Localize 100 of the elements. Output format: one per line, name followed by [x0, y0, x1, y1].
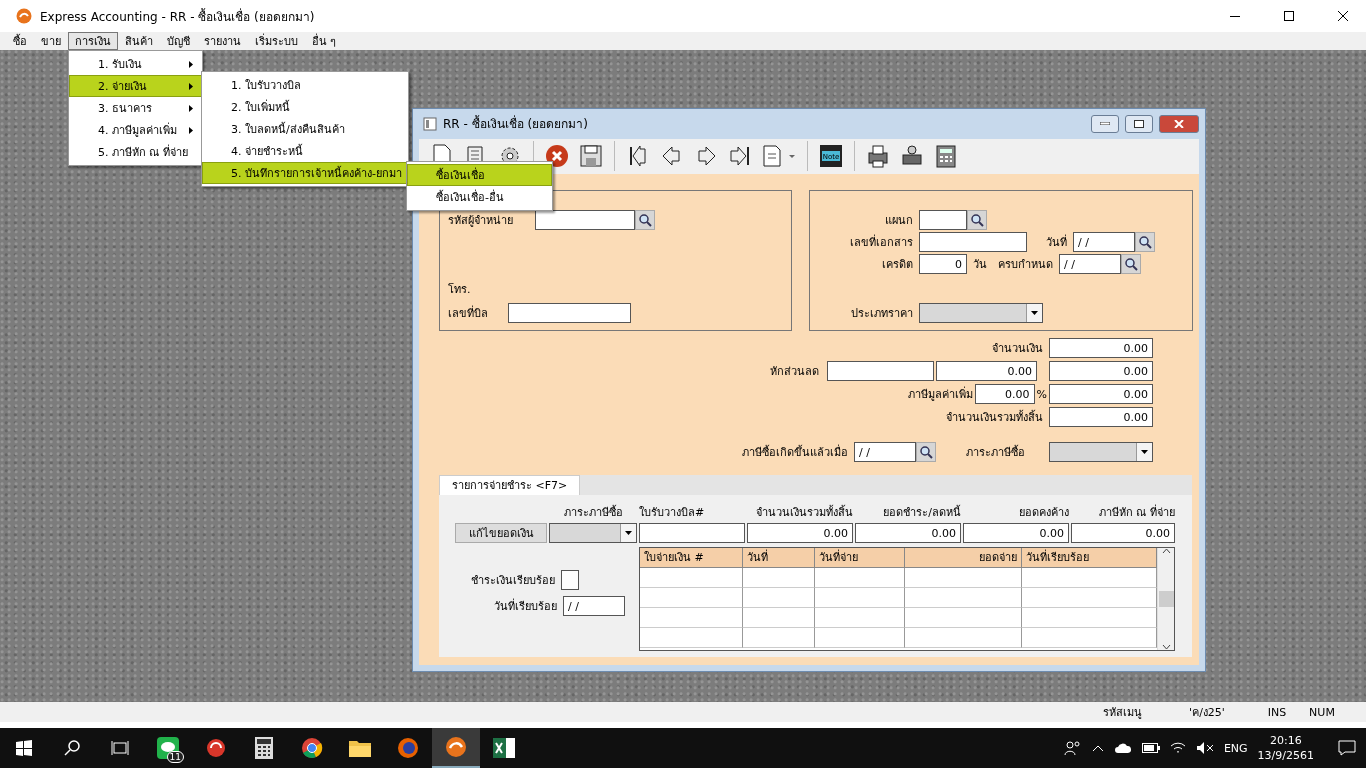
field-label: เลขที่บิล	[448, 304, 488, 322]
supplier-code-field[interactable]	[535, 210, 635, 230]
menu-item[interactable]: บัญชี	[160, 32, 197, 50]
due-date-field[interactable]: / /	[1059, 254, 1121, 274]
status-text: NUM	[1308, 705, 1336, 719]
scroll-thumb[interactable]	[1158, 591, 1174, 607]
field-label: ภาษีซื้อเกิดขึ้นแล้วเมื่อ	[742, 443, 848, 461]
bill-receipt-field[interactable]	[639, 523, 745, 543]
task-view-icon	[111, 740, 129, 756]
field-label: ภาษีมูลค่าเพิ่ม	[907, 385, 973, 403]
amount-field[interactable]: 0.00	[1071, 523, 1175, 543]
field-label: โทร.	[448, 282, 471, 298]
muted-speaker-icon[interactable]	[1195, 741, 1214, 755]
date-field[interactable]: / /	[1073, 232, 1135, 252]
price-type-dropdown[interactable]	[919, 303, 1043, 323]
status-text: รหัสเมนู	[1101, 705, 1143, 721]
save-icon[interactable]	[578, 143, 604, 170]
calculator-icon[interactable]	[933, 143, 959, 170]
minimize-icon	[1230, 15, 1240, 17]
language-indicator[interactable]: ENG	[1223, 741, 1248, 755]
menu-item[interactable]: สินค้า	[118, 32, 160, 50]
people-icon[interactable]	[1063, 740, 1082, 756]
percent-label: %	[1036, 387, 1047, 401]
menu-item[interactable]: 1. รับเงิน	[69, 53, 202, 75]
chevron-up-icon[interactable]	[1091, 744, 1104, 752]
total-field[interactable]: 0.00	[1049, 407, 1153, 427]
menu-item[interactable]: อื่น ๆ	[305, 32, 344, 50]
document-number-field[interactable]	[919, 232, 1027, 252]
notifications-icon[interactable]	[1338, 740, 1356, 756]
scroll-down-icon[interactable]	[1161, 644, 1171, 650]
tax-burden-dropdown[interactable]	[549, 523, 637, 543]
column-header: วันที่จ่าย	[815, 548, 905, 568]
menu-item[interactable]: 3. ใบลดหนี้/ส่งคืนสินค้า	[202, 118, 408, 140]
menu-item[interactable]: 1. ใบรับวางบิล	[202, 74, 408, 96]
chat-app-button[interactable]: 11	[144, 728, 192, 768]
cleaner-app-icon	[205, 737, 227, 759]
tax-burden-dropdown[interactable]	[1049, 442, 1153, 462]
close-icon	[1338, 11, 1348, 21]
menu-item[interactable]: ซื้อเงินเชื่อ	[407, 164, 552, 186]
menu-item[interactable]: ซื้อเงินเชื่อ-อื่น	[407, 186, 552, 208]
window-title: Express Accounting - RR - ซื้อเงินเชื่อ (ยอดยกมา)	[40, 7, 316, 26]
search-button[interactable]	[967, 210, 987, 230]
field-label: วันที่เรียบร้อย	[494, 597, 557, 615]
vat-amount-field[interactable]: 0.00	[1049, 384, 1153, 404]
search-button[interactable]	[1135, 232, 1155, 252]
search-icon	[1124, 257, 1138, 271]
amount-field[interactable]: 0.00	[963, 523, 1069, 543]
menu-item[interactable]: 5. บันทึกรายการเจ้าหนี้คงค้าง-ยกมา	[202, 162, 408, 184]
printer-icon[interactable]	[865, 143, 891, 170]
menu-item[interactable]: ซื้อ	[6, 32, 34, 50]
amount-field[interactable]: 0.00	[855, 523, 961, 543]
department-field[interactable]	[919, 210, 967, 230]
column-label: ยอดชำระ/ลดหนี้	[882, 504, 961, 521]
menu-item[interactable]: การเงิน	[68, 32, 118, 50]
search-button[interactable]	[916, 442, 936, 462]
edit-amount-button[interactable]: แก้ไขยอดเงิน	[455, 523, 547, 543]
scrollbar[interactable]	[1157, 548, 1174, 650]
discount-text-field[interactable]	[827, 361, 934, 381]
minimize-icon	[1100, 122, 1110, 126]
restore-button[interactable]	[1125, 114, 1153, 133]
column-header: ยอดจ่าย	[905, 548, 1022, 568]
tax-date-field[interactable]: / /	[854, 442, 916, 462]
discount-amount-field[interactable]: 0.00	[1049, 361, 1153, 381]
vat-rate-field[interactable]: 0.00	[974, 384, 1035, 404]
field-label: แผนก	[884, 213, 913, 229]
paid-date-field[interactable]: / /	[563, 596, 625, 616]
discount-field[interactable]: 0.00	[936, 361, 1037, 381]
column-label: ใบรับวางบิล#	[639, 505, 706, 521]
field-label: จำนวนเงินรวมทั้งสิ้น	[946, 409, 1043, 426]
tab[interactable]: รายการจ่ายชำระ <F7>	[439, 475, 581, 495]
field-label: รหัสผู้จำหน่าย	[448, 213, 513, 229]
status-text: 'ค/ง25'	[1188, 705, 1226, 721]
menu-item[interactable]: 2. ใบเพิ่มหนี้	[202, 96, 408, 118]
battery-icon[interactable]	[1141, 743, 1160, 753]
caret-icon	[1031, 311, 1038, 315]
clock[interactable]: 20:16 13/9/2561	[1257, 733, 1314, 763]
credit-days-field[interactable]: 0	[919, 254, 967, 274]
menu-item[interactable]: 2. จ่ายเงิน	[69, 75, 202, 97]
menu-item[interactable]: ขาย	[34, 32, 68, 50]
close-button[interactable]	[1159, 114, 1199, 133]
cancel-icon[interactable]	[544, 143, 570, 170]
wifi-icon[interactable]	[1169, 741, 1186, 755]
search-button[interactable]	[1121, 254, 1141, 274]
amount-field[interactable]: 0.00	[747, 523, 853, 543]
menu-item[interactable]: เริ่มระบบ	[248, 32, 305, 50]
search-button[interactable]	[635, 210, 655, 230]
cloud-icon[interactable]	[1113, 742, 1132, 754]
field-label: ประเภทราคา	[850, 306, 913, 322]
menu-item[interactable]: 4. จ่ายชำระหนี้	[202, 140, 408, 162]
minimize-button[interactable]	[1091, 114, 1119, 133]
field-label: วัน	[973, 257, 987, 273]
amount-field[interactable]: 0.00	[1049, 338, 1153, 358]
accounting-app-button[interactable]	[432, 728, 480, 768]
bill-number-field[interactable]	[508, 303, 631, 323]
scroll-up-icon[interactable]	[1161, 548, 1171, 554]
status-text: INS	[1266, 705, 1288, 719]
paid-checkbox[interactable]	[561, 570, 579, 590]
copy-document-icon[interactable]	[761, 143, 797, 170]
menu-item[interactable]: รายงาน	[197, 32, 248, 50]
restore-icon	[1134, 119, 1144, 128]
